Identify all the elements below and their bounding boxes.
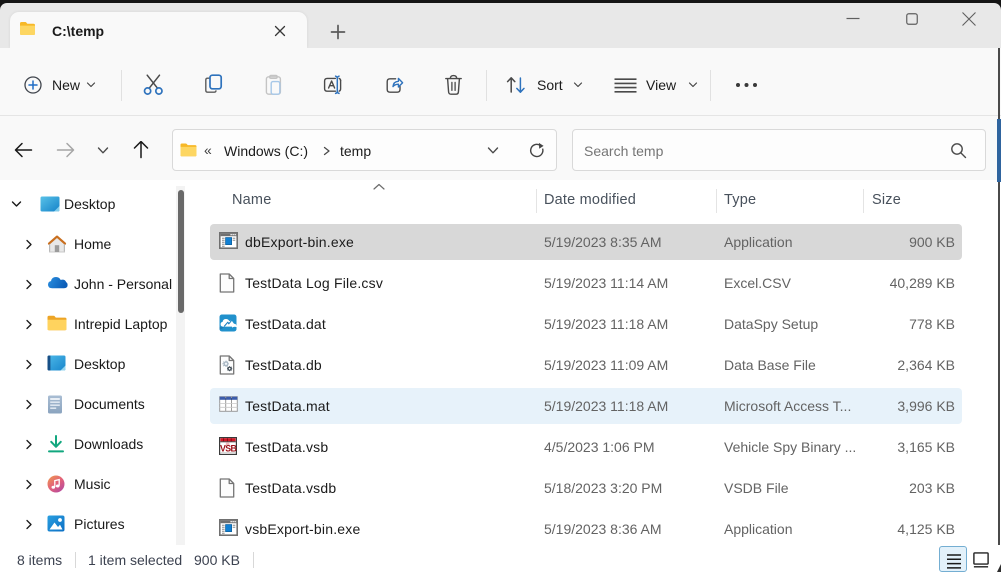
svg-text:VSB: VSB bbox=[220, 444, 237, 454]
